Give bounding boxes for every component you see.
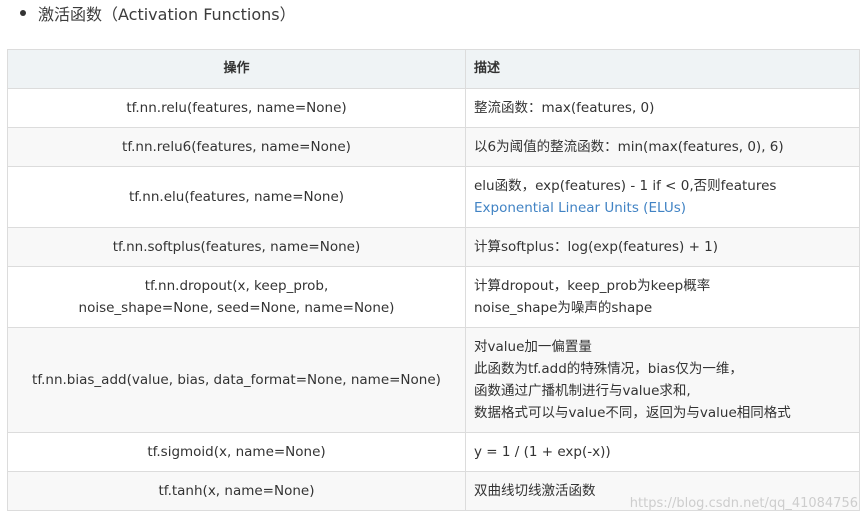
description-text: 数据格式可以与value不同，返回为与value相同格式 [474,405,791,421]
function-signature-text: tf.nn.relu(features, name=None) [126,100,347,116]
section-heading-text: 激活函数（Activation Functions） [38,5,296,24]
description-cell: 计算dropout，keep_prob为keep概率 noise_shape为噪声… [465,266,860,328]
activation-functions-table: 操作 描述 tf.nn.relu(features, name=None) 整流函… [7,49,860,511]
description-text: 整流函数：max(features, 0) [474,100,655,116]
description-text: 此函数为tf.add的特殊情况，bias仅为一维， [474,361,743,377]
description-cell: 计算softplus：log(exp(features) + 1) [465,227,860,267]
table-row: tf.nn.softplus(features, name=None) 计算sof… [7,227,860,267]
bullet-icon [20,10,26,16]
watermark: https://blog.csdn.net/qq_41084756 [629,496,858,511]
function-signature-text: noise_shape=None, seed=None, name=None) [78,300,395,316]
description-text: 以6为阈值的整流函数：min(max(features, 0), 6) [474,139,784,155]
description-link[interactable]: Exponential Linear Units (ELUs) [474,197,851,219]
function-signature-text: tf.nn.softplus(features, name=None) [112,239,361,255]
description-text: 计算dropout，keep_prob为keep概率 [474,278,711,294]
table-row: tf.nn.relu(features, name=None) 整流函数：max(… [7,88,860,128]
description-cell: 对value加一偏置量此函数为tf.add的特殊情况，bias仅为一维， 函数通过… [465,327,860,433]
description-text: elu函数，exp(features) - 1 if < 0,否则feature… [474,178,777,194]
description-text: 计算softplus：log(exp(features) + 1) [474,239,719,255]
description-text: noise_shape为噪声的shape [474,300,653,316]
function-signature-cell: tf.nn.bias_add(value, bias, data_format=… [7,327,466,433]
column-header-description: 描述 [465,49,860,89]
table-row: tf.sigmoid(x, name=None) y = 1 / (1 + exp… [7,432,860,472]
table-row: tf.nn.dropout(x, keep_prob, noise_shape=N… [7,266,860,328]
description-cell: 以6为阈值的整流函数：min(max(features, 0), 6) [465,127,860,167]
description-text: y = 1 / (1 + exp(-x)) [474,444,611,460]
table-row: tf.nn.elu(features, name=None) elu函数，exp(… [7,166,860,228]
function-signature-cell: tf.nn.dropout(x, keep_prob, noise_shape=N… [7,266,466,328]
function-signature-cell: tf.tanh(x, name=None) [7,471,466,511]
function-signature-text: tf.nn.elu(features, name=None) [128,189,345,205]
function-signature-text: tf.sigmoid(x, name=None) [147,444,326,460]
table-row: tf.nn.bias_add(value, bias, data_format=… [7,327,860,433]
description-cell: elu函数，exp(features) - 1 if < 0,否则feature… [465,166,860,228]
description-cell: y = 1 / (1 + exp(-x)) [465,432,860,472]
column-header-operation: 操作 [7,49,466,89]
function-signature-text: tf.nn.bias_add(value, bias, data_format=… [32,372,441,388]
description-text: 对value加一偏置量 [474,339,592,355]
function-signature-cell: tf.nn.relu(features, name=None) [7,88,466,128]
function-signature-text: tf.tanh(x, name=None) [158,483,315,499]
description-cell: 整流函数：max(features, 0) [465,88,860,128]
function-signature-cell: tf.nn.softplus(features, name=None) [7,227,466,267]
function-signature-text: tf.nn.dropout(x, keep_prob, [144,278,329,294]
function-signature-cell: tf.nn.relu6(features, name=None) [7,127,466,167]
description-text: 函数通过广播机制进行与value求和, [474,383,691,399]
function-signature-cell: tf.nn.elu(features, name=None) [7,166,466,228]
function-signature-cell: tf.sigmoid(x, name=None) [7,432,466,472]
section-heading: 激活函数（Activation Functions） [20,1,296,25]
table-header-row: 操作 描述 [7,49,860,89]
function-signature-text: tf.nn.relu6(features, name=None) [122,139,351,155]
table-row: tf.nn.relu6(features, name=None) 以6为阈值的整流… [7,127,860,167]
